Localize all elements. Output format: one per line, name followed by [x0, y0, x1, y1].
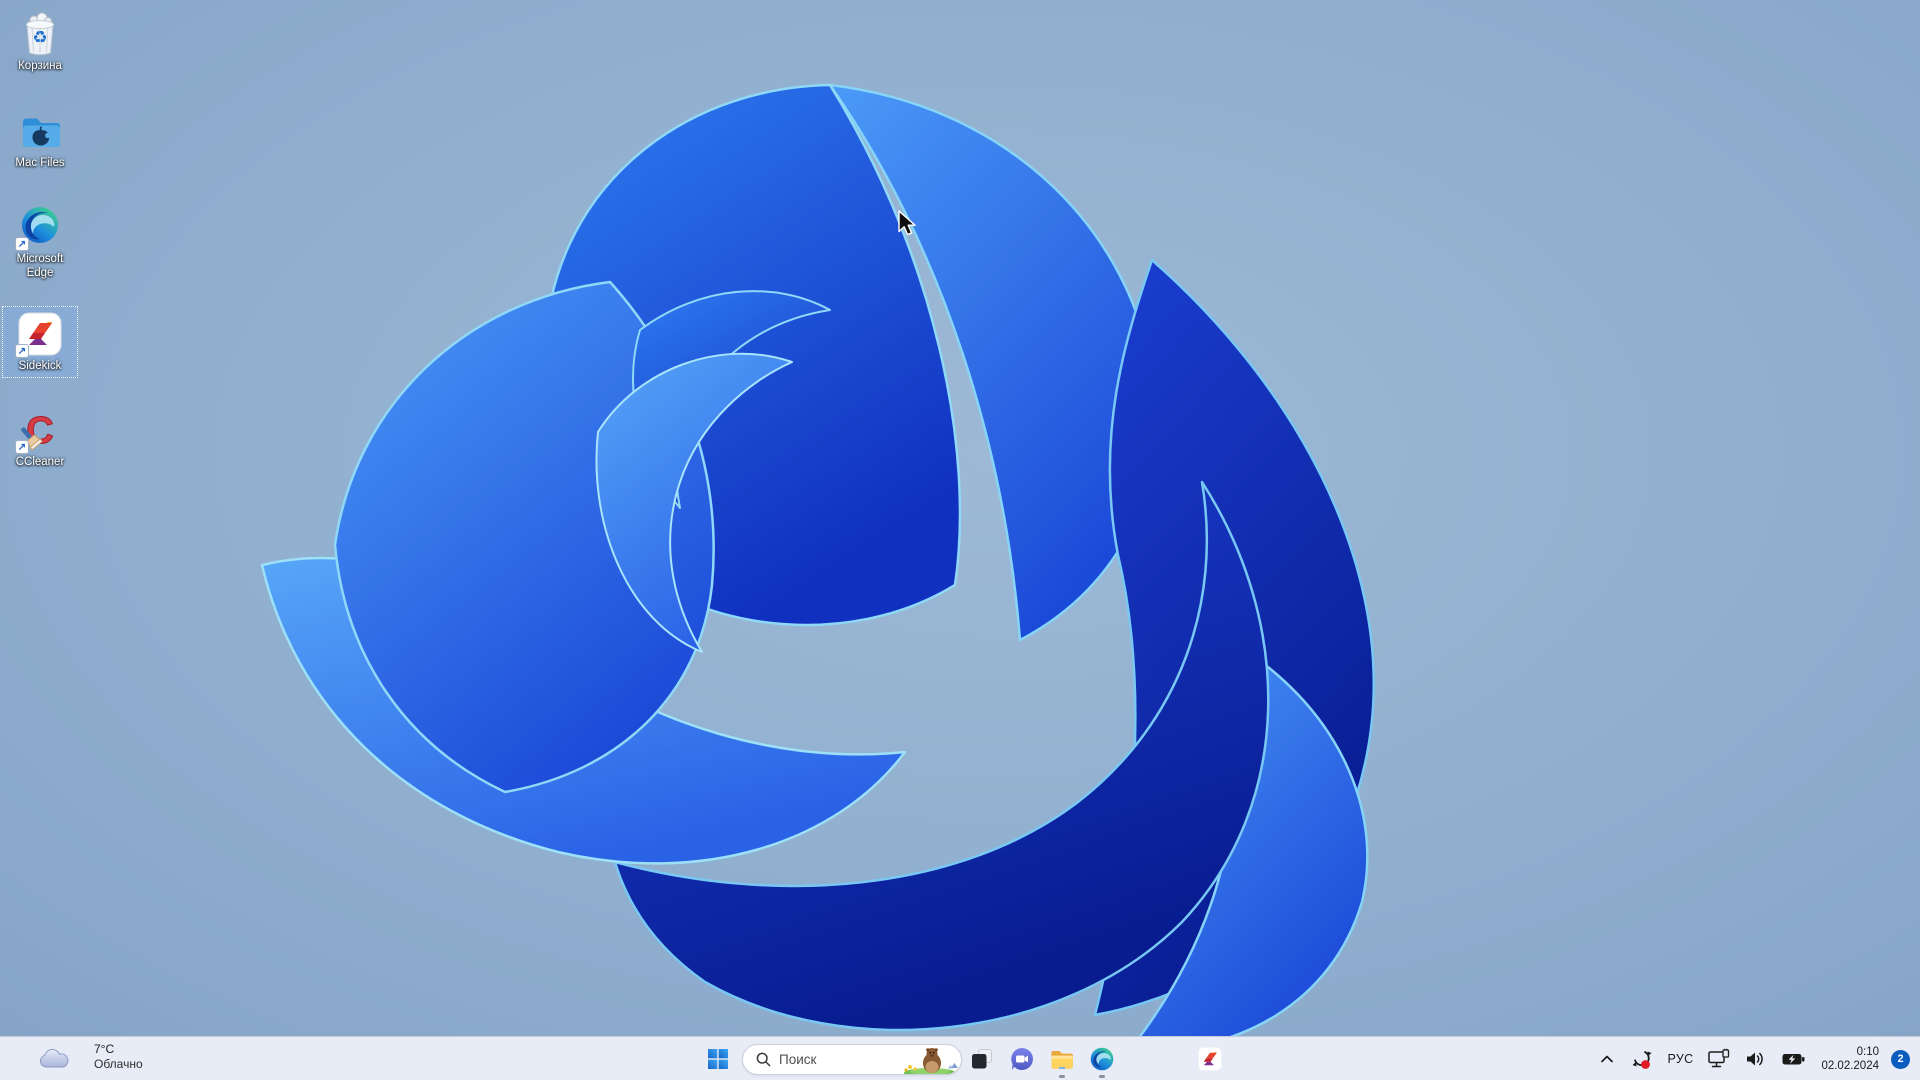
desktop-icon-label: Mac Files	[15, 157, 65, 169]
speaker-icon	[1747, 1052, 1764, 1066]
shortcut-arrow-badge: ↗	[15, 344, 29, 358]
chat-button[interactable]	[1002, 1039, 1042, 1079]
language-indicator[interactable]: РУС	[1666, 1042, 1696, 1076]
mac-files-folder-icon	[17, 108, 63, 154]
chevron-up-icon	[1600, 1055, 1613, 1063]
ccleaner-icon: C ↗	[15, 407, 63, 454]
taskbar: 7°C Облачно Поиск РУС 0:10 02.02.2024 2	[0, 1036, 1920, 1080]
running-indicator	[1099, 1075, 1105, 1078]
volume-indicator[interactable]	[1743, 1042, 1769, 1076]
microsoft-edge-button[interactable]	[1082, 1039, 1122, 1079]
cloud-icon	[38, 1048, 70, 1075]
desktop-icon-sidekick[interactable]: ↗ Sidekick	[2, 306, 78, 378]
search-input[interactable]	[779, 1051, 889, 1067]
desktop-icon-label: Sidekick	[18, 360, 62, 372]
desktop-wallpaper	[0, 0, 1920, 1080]
clock-date: 02.02.2024	[1821, 1060, 1879, 1072]
search-icon	[756, 1052, 771, 1066]
ethernet-network-icon	[1708, 1048, 1730, 1068]
shortcut-arrow-badge: ↗	[15, 237, 29, 251]
sidekick-taskbar-button[interactable]	[1190, 1039, 1230, 1079]
tray-sync-status[interactable]	[1628, 1042, 1656, 1076]
weather-condition: Облачно	[94, 1057, 143, 1071]
battery-charging-icon	[1782, 1054, 1805, 1065]
notification-count-badge[interactable]: 2	[1891, 1049, 1910, 1069]
recycle-bin-icon: ♻	[17, 11, 63, 57]
taskbar-search-box[interactable]	[742, 1043, 962, 1075]
taskbar-center-group	[698, 1037, 1230, 1080]
weather-text: 7°C Облачно	[94, 1042, 143, 1072]
desktop-icon-label: Microsoft Edge	[16, 253, 64, 279]
desktop-icon-label: Корзина	[18, 60, 62, 72]
desktop-icon-microsoft-edge[interactable]: ↗ Microsoft Edge	[2, 199, 78, 284]
system-tray: РУС 0:10 02.02.2024 2	[1596, 1037, 1920, 1080]
shortcut-arrow-badge: ↗	[15, 440, 29, 454]
groundhog-day-doodle	[904, 1047, 958, 1074]
recycle-symbol: ♻	[32, 28, 48, 47]
battery-indicator[interactable]	[1779, 1042, 1809, 1076]
network-indicator[interactable]	[1705, 1042, 1733, 1076]
weather-temperature: 7°C	[94, 1042, 115, 1056]
bloom-wallpaper-art	[0, 0, 1920, 1080]
running-indicator	[1059, 1075, 1065, 1078]
chat-icon	[1011, 1048, 1033, 1070]
clock-time: 0:10	[1856, 1046, 1879, 1058]
task-view-icon	[972, 1049, 992, 1069]
start-button[interactable]	[698, 1039, 738, 1079]
widgets-weather-button[interactable]: 7°C Облачно	[0, 1037, 190, 1080]
sidekick-icon: ↗	[15, 311, 63, 358]
desktop-icon-recycle-bin[interactable]: ♻ Корзина	[2, 6, 78, 78]
task-view-button[interactable]	[962, 1039, 1002, 1079]
microsoft-edge-icon: ↗	[15, 204, 63, 251]
language-label: РУС	[1667, 1052, 1694, 1066]
microsoft-edge-icon	[1090, 1047, 1114, 1071]
sync-icon	[1632, 1051, 1651, 1069]
mouse-cursor	[897, 210, 923, 243]
desktop-icon-mac-files[interactable]: Mac Files	[2, 103, 78, 175]
clock[interactable]: 0:10 02.02.2024	[1819, 1042, 1881, 1076]
file-explorer-button[interactable]	[1042, 1039, 1082, 1079]
desktop-icon-ccleaner[interactable]: C ↗ CCleaner	[2, 402, 78, 474]
file-explorer-icon	[1051, 1051, 1073, 1069]
desktop-icon-label: CCleaner	[15, 456, 65, 468]
windows-logo-icon	[708, 1049, 728, 1069]
tray-overflow-chevron[interactable]	[1596, 1042, 1618, 1076]
sidekick-icon	[1197, 1046, 1223, 1072]
